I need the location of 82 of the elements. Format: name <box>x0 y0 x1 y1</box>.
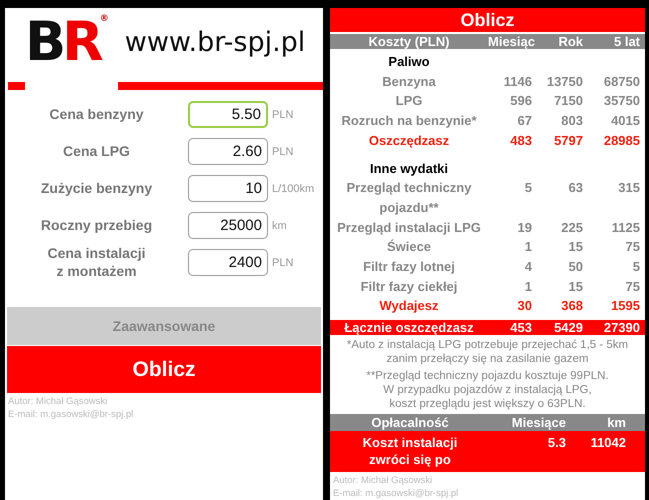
table-cell-text: 50 <box>568 258 583 276</box>
table-cell-text: 5.3 <box>546 434 566 452</box>
footnote: *Auto z instalacją LPG potrzebuje przejechać 1,5 - 5km zanim przełączy się na zasilanie gazem <box>346 338 630 366</box>
row-label: Koszt instalacji zwróci się po <box>362 434 458 468</box>
table-cell-text: 1 <box>524 278 532 296</box>
table-cell-text: 596 <box>509 92 532 110</box>
section-heading: Inne wydatki <box>368 160 450 178</box>
table-cell-text: 75 <box>624 278 640 296</box>
table-cell-text: 5429 <box>553 320 583 336</box>
table-cell-text: 4 <box>524 258 532 276</box>
unit-label: L/100km <box>272 182 316 194</box>
column-header: Koszty (PLN) <box>368 34 450 49</box>
accent-bar <box>8 82 25 90</box>
row-label: Benzyna <box>381 72 437 91</box>
row-label: Przegląd techniczny pojazdu** <box>346 179 472 217</box>
screen-title: Oblicz <box>330 8 645 32</box>
footer-text: Autor: Michał Gąsowski <box>332 474 434 488</box>
row-label: Przegląd instalacji LPG <box>336 218 482 237</box>
unit-label: km <box>272 220 288 232</box>
field-label: Roczny przebieg <box>40 216 154 234</box>
website-url: www.br-spj.pl <box>124 26 306 58</box>
input-field[interactable]: 10 <box>188 175 268 202</box>
table-cell-text: 5 <box>632 258 640 276</box>
column-header: 5 lat <box>612 34 640 49</box>
table-cell-text: 68750 <box>602 72 640 91</box>
row-label: LPG <box>394 92 424 110</box>
table-cell-text: 1595 <box>610 297 640 316</box>
row-label: Filtr fazy ciekłej <box>360 278 458 296</box>
field-label: Cena instalacji z montażem <box>46 245 147 280</box>
column-header: Miesiąc <box>488 34 532 49</box>
row-label: Wydajesz <box>378 297 440 316</box>
table-cell-text: 75 <box>624 238 640 256</box>
table-cell-text: 11042 <box>590 434 626 452</box>
section-heading: Paliwo <box>387 53 431 71</box>
table-cell-text: 368 <box>560 297 583 316</box>
table-cell-text: 30 <box>516 297 532 316</box>
column-header: Miesiące <box>510 414 566 432</box>
row-label: Filtr fazy lotnej <box>362 258 456 276</box>
table-cell-text: 5 <box>524 179 532 198</box>
column-header: km <box>606 414 626 432</box>
table-cell-text: 315 <box>617 179 640 198</box>
input-field[interactable]: 2.60 <box>188 138 268 165</box>
table-cell-text: 13750 <box>546 72 583 91</box>
table-cell-text: 15 <box>568 238 583 256</box>
footer-text: E-mail: m.gasowski@br-spj.pl <box>7 408 134 421</box>
footnote: **Przegląd techniczny pojazdu kosztuje 99PLN. W przypadku pojazdów z instalacją LPG, koszt przeglądu jest większy o 63PLN. <box>365 369 610 412</box>
column-header: Rok <box>557 34 583 49</box>
input-field[interactable]: 5.50 <box>188 101 268 128</box>
table-cell-text: 5797 <box>553 132 583 150</box>
table-cell-text: 225 <box>560 218 583 237</box>
table-cell-text: 7150 <box>553 92 583 110</box>
footer-text: Autor: Michał Gąsowski <box>7 395 108 408</box>
unit-label: PLN <box>272 108 294 120</box>
row-label: Oszczędzasz <box>368 132 450 150</box>
table-cell-text: 27390 <box>602 320 640 336</box>
row-label: Świece <box>386 238 432 256</box>
table-cell-text: 67 <box>516 112 532 130</box>
row-label: Łącznie oszczędzasz <box>343 320 475 336</box>
table-cell-text: 15 <box>568 278 583 296</box>
table-cell-text: 1125 <box>610 218 640 237</box>
calculate-button[interactable]: Oblicz <box>7 346 321 393</box>
table-cell-text: 453 <box>509 320 532 336</box>
field-label: Cena benzyny <box>48 106 145 124</box>
input-field[interactable]: 2400 <box>188 249 268 276</box>
table-cell-text: 28985 <box>602 132 640 150</box>
table-cell-text: 63 <box>568 179 583 198</box>
table-cell-text: 35750 <box>602 92 640 110</box>
row-label: Rozruch na benzynie* <box>340 112 478 130</box>
field-label: Cena LPG <box>62 142 131 160</box>
table-cell-text: 803 <box>560 112 583 130</box>
table-cell-text: 483 <box>509 132 532 150</box>
logo: BR® <box>25 15 109 69</box>
unit-label: PLN <box>272 146 294 158</box>
column-header: Opłacalność <box>370 414 450 432</box>
input-field[interactable]: 25000 <box>188 212 268 239</box>
table-cell-text: 19 <box>516 218 532 237</box>
table-cell-text: 1146 <box>502 72 532 91</box>
table-cell-text: 4015 <box>610 112 640 130</box>
unit-label: PLN <box>272 256 294 268</box>
field-label: Zużycie benzyny <box>40 180 154 198</box>
footer-text: E-mail: m.gasowski@br-spj.pl <box>332 487 460 500</box>
table-cell-text: 1 <box>524 238 532 256</box>
